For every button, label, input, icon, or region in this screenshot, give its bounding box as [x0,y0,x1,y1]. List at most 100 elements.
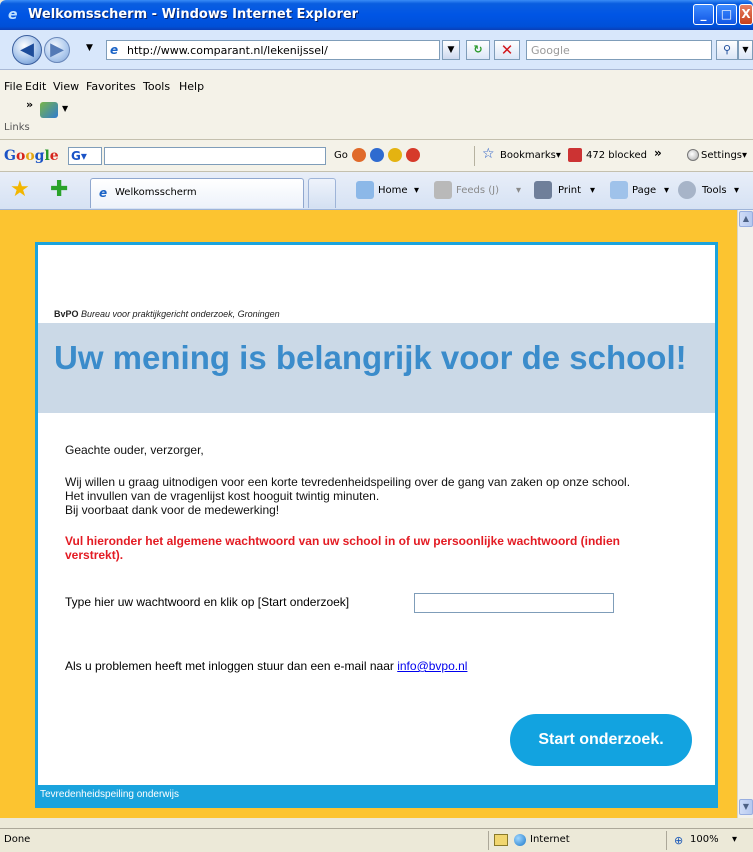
search-placeholder: Google [531,44,570,57]
window-title: Welkomsscherm - Windows Internet Explore… [28,7,359,22]
search-dropdown-button[interactable]: ▼ [738,40,753,60]
menu-file[interactable]: File [4,80,22,93]
add-favorite-icon[interactable]: ✚ [50,178,68,202]
tools-menu-button[interactable]: Tools [702,185,727,196]
chevron-more-icon[interactable]: » [26,98,33,111]
footer-bar: Tevredenheidspeiling onderwijs [38,785,715,805]
google-menu-button[interactable]: G▾ [68,147,102,165]
menu-tools[interactable]: Tools [143,80,170,93]
footer-text: Tevredenheidspeiling onderwijs [40,789,179,800]
tab-ie-icon: e [99,186,108,200]
back-button[interactable]: ◀ [12,35,42,65]
greeting-text: Geachte ouder, verzorger, [65,443,204,457]
google-go-button[interactable]: Go [334,150,348,161]
help-email-link[interactable]: info@bvpo.nl [397,659,467,673]
zoom-level[interactable]: 100% [690,834,719,845]
search-input[interactable]: Google [526,40,712,60]
highlight-icon [406,148,420,162]
org-full-name: Bureau voor praktijkgericht onderzoek, G… [81,309,280,319]
home-icon[interactable] [356,181,374,199]
addon-dropdown-icon[interactable]: ▼ [62,104,68,113]
feeds-dropdown-icon[interactable]: ▾ [516,185,521,196]
pagerank-icon [352,148,366,162]
page-headline: Uw mening is belangrijk voor de school! [54,339,687,376]
new-tab-button[interactable] [308,178,336,208]
close-window-button[interactable]: X [739,4,753,25]
settings-button[interactable]: Settings▾ [701,150,747,161]
internet-zone-icon [514,834,526,846]
feeds-icon[interactable] [434,181,452,199]
scroll-up-button[interactable]: ▲ [739,211,753,227]
google-search-input[interactable] [104,147,326,165]
password-input[interactable] [414,593,614,613]
survey-card: BvPO Bureau voor praktijkgericht onderzo… [35,242,718,808]
spell-icon [388,148,402,162]
bookmarks-button[interactable]: Bookmarks▾ [500,150,561,161]
navigation-bar: ◀ ▶ ▼ e http://www.comparant.nl/lekenijs… [0,30,753,70]
hero-band: Uw mening is belangrijk voor de school! [38,323,715,413]
google-logo[interactable]: Google [4,148,59,164]
google-toolbar-icons[interactable] [352,148,460,164]
start-survey-button[interactable]: Start onderzoek. [510,714,692,766]
help-text: Als u problemen heeft met inloggen stuur… [65,659,467,673]
page-dropdown-icon[interactable]: ▾ [664,185,669,196]
print-button[interactable]: Print [558,185,581,196]
menu-favorites[interactable]: Favorites [86,80,136,93]
popup-blocked-count[interactable]: 472 blocked [586,150,647,161]
window-title-bar: e Welkomsscherm - Windows Internet Explo… [0,0,753,30]
links-label[interactable]: Links [4,122,30,133]
vertical-scrollbar[interactable]: ▲ ▼ [737,210,753,818]
feeds-button[interactable]: Feeds (J) [456,185,499,196]
password-notice: Vul hieronder het algemene wachtwoord va… [65,534,620,562]
search-icon[interactable]: ⚲ [716,40,738,60]
print-icon[interactable] [534,181,552,199]
password-label: Type hier uw wachtwoord en klik op [Star… [65,595,350,609]
tab-bar: ★ ✚ e Welkomsscherm Home ▾ Feeds (J) ▾ P… [0,172,753,210]
menu-bar: File Edit View Favorites Tools Help » ▼ … [0,70,753,140]
page-menu-button[interactable]: Page [632,185,656,196]
toolbar-separator [474,146,475,166]
ie-icon: e [8,7,18,23]
favorites-center-star-icon[interactable]: ★ [10,178,30,202]
minimize-button[interactable]: _ [693,4,714,25]
maximize-button[interactable]: □ [716,4,737,25]
menu-view[interactable]: View [53,80,79,93]
address-field[interactable]: e http://www.comparant.nl/lekenijssel/ [106,40,440,60]
print-dropdown-icon[interactable]: ▾ [590,185,595,196]
zoom-icon[interactable]: ⊕ [674,834,683,847]
status-text: Done [4,834,31,845]
refresh-button[interactable]: ↻ [466,40,490,60]
stop-button[interactable]: ✕ [494,40,520,60]
intro-line-3: Bij voorbaat dank voor de medewerking! [65,503,280,517]
page-viewport: BvPO Bureau voor praktijkgericht onderzo… [0,210,737,818]
intro-line-1: Wij willen u graag uitnodigen voor een k… [65,475,631,489]
bookmark-star-icon[interactable]: ☆ [482,146,495,162]
status-divider [666,831,667,850]
help-text-label: Als u problemen heeft met inloggen stuur… [65,659,394,673]
forward-button[interactable]: ▶ [44,37,70,63]
toolbar-addon-icon[interactable] [40,102,58,118]
menu-help[interactable]: Help [179,80,204,93]
page-ie-icon: e [110,43,119,57]
intro-line-2: Het invullen van de vragenlijst kost hoo… [65,489,380,503]
security-zone-label[interactable]: Internet [530,834,570,845]
home-dropdown-icon[interactable]: ▾ [414,185,419,196]
google-toolbar: Google G▾ Go ☆ Bookmarks▾ 472 blocked » … [0,140,753,172]
menu-edit[interactable]: Edit [25,80,46,93]
history-dropdown-icon[interactable]: ▼ [86,43,93,53]
settings-icon[interactable] [687,149,699,161]
popup-blocker-icon[interactable] [568,148,582,162]
tab-welkomsscherm[interactable]: e Welkomsscherm [90,178,304,208]
protected-mode-icon[interactable] [494,834,508,846]
more-chevron-icon[interactable]: » [654,146,662,160]
tab-label: Welkomsscherm [115,187,197,198]
status-divider [488,831,489,850]
home-button[interactable]: Home [378,185,408,196]
address-dropdown-button[interactable]: ▼ [442,40,460,60]
scroll-down-button[interactable]: ▼ [739,799,753,815]
tools-gear-icon[interactable] [678,181,696,199]
address-url: http://www.comparant.nl/lekenijssel/ [127,44,328,57]
page-icon[interactable] [610,181,628,199]
tools-dropdown-icon[interactable]: ▾ [734,185,739,196]
zoom-dropdown-icon[interactable]: ▾ [732,834,737,845]
